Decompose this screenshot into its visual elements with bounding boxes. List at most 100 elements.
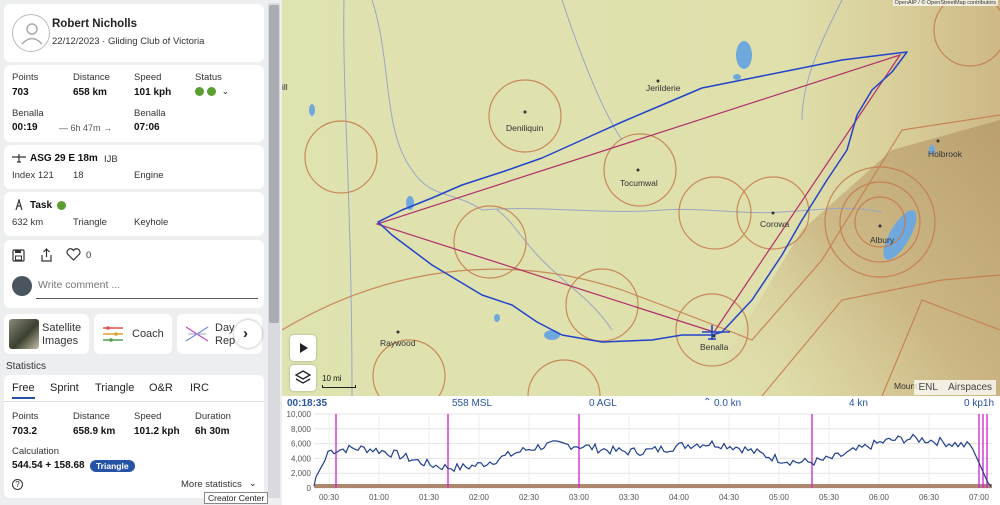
commenter-avatar [12, 276, 32, 296]
map[interactable]: Jerilderie Deniliquin Tocumwal Holbrook … [282, 0, 1000, 396]
more-chevron-down-icon[interactable]: ⌄ [249, 478, 257, 489]
y-tick-label: 0 [307, 484, 312, 493]
tab-sprint[interactable]: Sprint [50, 382, 79, 394]
stat-points-value: 703.2 [12, 426, 38, 437]
x-tick-label: 04:00 [669, 493, 690, 502]
altitude-trace [313, 433, 992, 487]
statistics-card: Free Sprint Triangle O&R IRC Points 703.… [4, 375, 264, 498]
coach-button[interactable]: Coach [94, 314, 172, 354]
y-tick-label: 4,000 [291, 454, 312, 463]
x-tick-label: 02:30 [519, 493, 540, 502]
map-canvas[interactable]: Jerilderie Deniliquin Tocumwal Holbrook … [282, 0, 1000, 396]
barogram-panel[interactable]: 00:18:35 558 MSL 0 AGL ⌃ 0.0 kn 4 kn 0 k… [282, 396, 1000, 505]
stat-duration-value: 6h 30m [195, 426, 230, 437]
task-sector: Keyhole [134, 217, 169, 228]
x-tick-label: 01:00 [369, 493, 390, 502]
landing-place: Benalla [134, 108, 166, 119]
glider-model: ASG 29 E 18m [30, 153, 98, 164]
flight-duration: — 6h 47m → [59, 123, 113, 133]
x-tick-label: 03:30 [619, 493, 640, 502]
pilot-name[interactable]: Robert Nicholls [52, 18, 137, 30]
y-tick-label: 6,000 [291, 440, 312, 449]
comment-input[interactable] [36, 275, 258, 299]
map-attribution[interactable]: OpenAIP / © OpenStreetMap contributors [892, 0, 998, 6]
x-tick-label: 07:00 [969, 493, 990, 502]
map-scale-label: 10 mi [322, 374, 342, 383]
town-label-deniliquin: Deniliquin [506, 123, 544, 133]
apps-next-button[interactable]: › [234, 320, 262, 348]
map-overlay-tabs: ENL Airspaces [914, 380, 996, 395]
tab-triangle[interactable]: Triangle [95, 382, 134, 394]
social-card: 0 [4, 240, 264, 308]
tab-enl[interactable]: ENL [918, 382, 937, 393]
sidebar-scrollbar-thumb[interactable] [269, 5, 279, 323]
play-button[interactable] [290, 335, 316, 361]
help-icon[interactable]: ? [12, 479, 23, 490]
coach-icon [102, 325, 124, 346]
tab-free[interactable]: Free [12, 382, 35, 394]
glider-registration: IJB [104, 154, 118, 165]
save-icon[interactable] [12, 249, 25, 265]
glider-engine: Engine [134, 170, 164, 181]
pilot-card[interactable]: Robert Nicholls 22/12/2023 · Gliding Clu… [4, 4, 264, 62]
barogram-chart[interactable]: 10,000 8,000 6,000 4,000 2,000 0 00:30 01:00 01:… [282, 410, 1000, 505]
map-scale-bar [322, 385, 356, 388]
stat-points-label: Points [12, 411, 39, 422]
task-card[interactable]: Task 632 km Triangle Keyhole [4, 192, 264, 236]
share-icon[interactable] [40, 248, 53, 265]
more-statistics-link[interactable]: More statistics [181, 479, 242, 490]
task-title: Task [30, 200, 53, 211]
day-report-icon [185, 325, 209, 346]
town-label-corowa: Corowa [760, 219, 790, 229]
town-label-tocumwal: Tocumwal [620, 178, 658, 188]
status-indicators[interactable]: ⌄ [195, 86, 229, 97]
speed-value: 101 kph [134, 87, 172, 98]
layers-button[interactable] [290, 365, 316, 391]
readout-wind: 4 kn [849, 398, 868, 409]
task-type: Triangle [73, 217, 107, 228]
x-tick-label: 05:30 [819, 493, 840, 502]
chevron-down-icon[interactable]: ⌄ [222, 86, 230, 97]
stat-distance-value: 658.9 km [73, 426, 116, 437]
satellite-label-line2: Images [42, 335, 79, 347]
glider-class: 18 [73, 170, 84, 181]
sidebar-scrollbar[interactable] [268, 3, 280, 498]
points-label: Points [12, 72, 39, 83]
tab-airspaces[interactable]: Airspaces [948, 382, 992, 393]
x-tick-label: 01:30 [419, 493, 440, 502]
barogram-readout: 00:18:35 558 MSL 0 AGL ⌃ 0.0 kn 4 kn 0 k… [282, 396, 1000, 410]
play-icon [300, 343, 308, 353]
like-count: 0 [86, 250, 92, 261]
flight-meta: 22/12/2023 · Gliding Club of Victoria [52, 36, 205, 47]
tab-irc[interactable]: IRC [190, 382, 209, 394]
satellite-images-button[interactable]: Satellite Images [4, 314, 89, 354]
town-label-edge: ill [282, 82, 288, 92]
calculation-type-badge: Triangle [90, 460, 135, 472]
x-tick-label: 05:00 [769, 493, 790, 502]
readout-msl: 558 MSL [452, 398, 493, 409]
readout-vario: 0.0 kn [714, 398, 742, 409]
like-heart-icon[interactable] [66, 248, 81, 264]
tab-or[interactable]: O&R [149, 382, 173, 394]
stat-duration-label: Duration [195, 411, 231, 422]
vario-up-icon: ⌃ [703, 397, 712, 408]
layers-icon [294, 370, 312, 384]
calculation-label: Calculation [12, 446, 59, 457]
takeoff-place: Benalla [12, 108, 44, 119]
stat-speed-label: Speed [134, 411, 162, 422]
landing-time: 07:06 [134, 122, 160, 133]
town-label-benalla: Benalla [700, 342, 729, 352]
town-label-raywood: Raywood [380, 338, 416, 348]
task-distance: 632 km [12, 217, 44, 228]
town-label-jerilderie: Jerilderie [646, 83, 681, 93]
readout-right: 0 kp1h [964, 398, 995, 409]
x-tick-label: 04:30 [719, 493, 740, 502]
satellite-thumbnail [9, 319, 39, 349]
avatar[interactable] [12, 14, 50, 52]
satellite-label-line1: Satellite [42, 322, 82, 334]
coach-label: Coach [132, 328, 164, 340]
tab-free-underline [12, 397, 35, 399]
x-tick-label: 00:30 [319, 493, 340, 502]
statistics-heading: Statistics [6, 361, 47, 372]
chevron-right-icon: › [243, 325, 248, 342]
